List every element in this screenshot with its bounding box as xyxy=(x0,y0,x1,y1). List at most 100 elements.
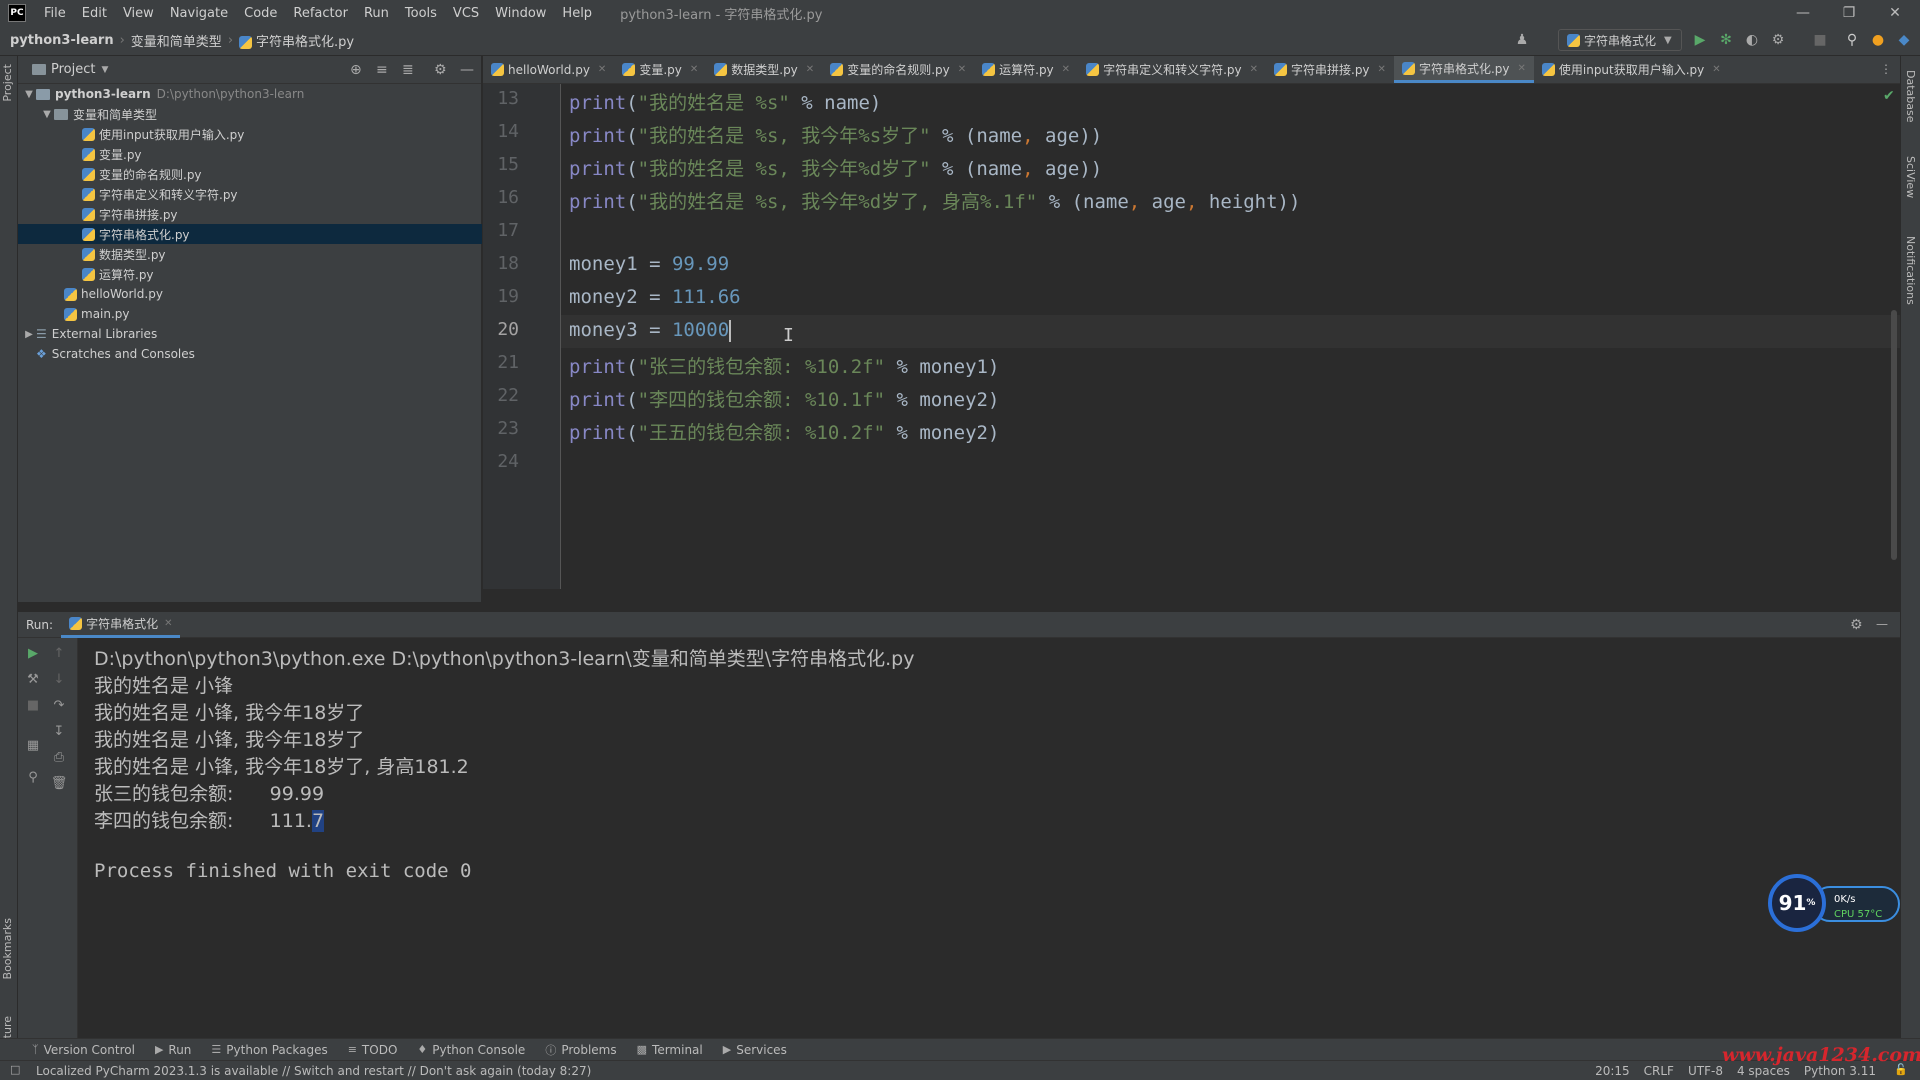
editor-tab[interactable]: 使用input获取用户输入.py ✕ xyxy=(1534,56,1729,83)
debug-icon[interactable]: ✻ xyxy=(1716,30,1736,50)
tree-file[interactable]: 运算符.py xyxy=(18,264,482,284)
run-icon[interactable]: ▶ xyxy=(1690,30,1710,50)
tool-version-control[interactable]: ᛉ Version Control xyxy=(22,1043,145,1057)
editor-tab[interactable]: 数据类型.py ✕ xyxy=(706,56,822,83)
status-toggle-icon[interactable]: □ xyxy=(10,1063,20,1076)
down-icon[interactable]: ↓ xyxy=(50,670,68,688)
close-tab-icon[interactable]: ✕ xyxy=(806,64,814,75)
close-tab-icon[interactable]: ✕ xyxy=(1062,64,1070,75)
menu-vcs[interactable]: VCS xyxy=(445,6,487,21)
tree-external-libraries[interactable]: ▶ ☰ External Libraries xyxy=(18,324,482,344)
collapse-all-icon[interactable]: ≣ xyxy=(402,62,414,78)
hide-icon[interactable]: — xyxy=(1876,617,1888,631)
restore-icon[interactable]: ❐ xyxy=(1826,0,1872,26)
locate-icon[interactable]: ⊕ xyxy=(350,62,362,78)
tool-todo[interactable]: ≡ TODO xyxy=(338,1043,408,1057)
run-configuration-select[interactable]: 字符串格式化 ▼ xyxy=(1558,29,1682,51)
expand-all-icon[interactable]: ≡ xyxy=(376,62,388,78)
trash-icon[interactable]: 🗑 xyxy=(50,774,68,792)
menu-help[interactable]: Help xyxy=(554,6,600,21)
print-icon[interactable]: ⎙ xyxy=(50,748,68,766)
search-icon[interactable]: ⚲ xyxy=(1842,30,1862,50)
breadcrumb-project[interactable]: python3-learn xyxy=(4,33,120,48)
stop-icon[interactable]: ■ xyxy=(1810,30,1830,50)
tree-file[interactable]: main.py xyxy=(18,304,482,324)
profile-icon[interactable]: ⚙ xyxy=(1768,30,1788,50)
gear-icon[interactable]: ⚙ xyxy=(434,62,447,78)
chevron-down-icon[interactable]: ▼ xyxy=(40,109,54,120)
close-tab-icon[interactable]: ✕ xyxy=(1712,64,1720,75)
editor-tab[interactable]: 运算符.py ✕ xyxy=(974,56,1078,83)
update-icon[interactable]: ● xyxy=(1868,30,1888,50)
wrench-icon[interactable]: ⚒ xyxy=(24,670,42,688)
chevron-down-icon[interactable]: ▼ xyxy=(101,65,108,75)
tabs-menu-icon[interactable]: ⋮ xyxy=(1880,62,1892,76)
close-tab-icon[interactable]: ✕ xyxy=(1517,63,1525,74)
tree-file[interactable]: helloWorld.py xyxy=(18,284,482,304)
menu-view[interactable]: View xyxy=(115,6,162,21)
editor-tab[interactable]: 字符串拼接.py ✕ xyxy=(1266,56,1394,83)
bookmarks-tool-label[interactable]: Bookmarks xyxy=(1,918,14,979)
stop-icon[interactable]: ■ xyxy=(24,696,42,714)
close-tab-icon[interactable]: ✕ xyxy=(1378,64,1386,75)
tree-file[interactable]: 变量的命名规则.py xyxy=(18,164,482,184)
close-tab-icon[interactable]: ✕ xyxy=(1250,64,1258,75)
tree-root[interactable]: ▼ python3-learn D:\python\python3-learn xyxy=(18,84,482,104)
close-tab-icon[interactable]: ✕ xyxy=(958,64,966,75)
menu-run[interactable]: Run xyxy=(356,6,397,21)
sciview-tool-label[interactable]: SciView xyxy=(1904,156,1917,198)
tree-file[interactable]: 字符串定义和转义字符.py xyxy=(18,184,482,204)
scroll-to-end-icon[interactable]: ↧ xyxy=(50,722,68,740)
tool-python-packages[interactable]: ☰ Python Packages xyxy=(201,1043,337,1057)
gear-icon[interactable]: ⚙ xyxy=(1850,617,1863,633)
close-tab-icon[interactable]: ✕ xyxy=(598,64,606,75)
notifications-tool-label[interactable]: Notifications xyxy=(1904,236,1917,305)
pin-icon[interactable]: ⚲ xyxy=(24,768,42,786)
layout-icon[interactable]: ▦ xyxy=(24,736,42,754)
chevron-down-icon[interactable]: ▼ xyxy=(22,89,36,100)
editor-tab[interactable]: 变量.py ✕ xyxy=(614,56,706,83)
breadcrumb-file[interactable]: 字符串格式化.py xyxy=(233,31,360,50)
close-tab-icon[interactable]: ✕ xyxy=(164,618,172,629)
tool-services[interactable]: ▶ Services xyxy=(713,1043,797,1057)
tree-file[interactable]: 数据类型.py xyxy=(18,244,482,264)
project-tool-label[interactable]: Project xyxy=(1,64,14,102)
tree-file[interactable]: 使用input获取用户输入.py xyxy=(18,124,482,144)
run-tab[interactable]: 字符串格式化 ✕ xyxy=(61,612,181,638)
up-icon[interactable]: ↑ xyxy=(50,644,68,662)
user-icon[interactable]: ♟ xyxy=(1512,30,1532,50)
coverage-icon[interactable]: ◐ xyxy=(1742,30,1762,50)
tool-python-console[interactable]: ♦ Python Console xyxy=(407,1043,535,1057)
menu-file[interactable]: File xyxy=(36,6,74,21)
close-icon[interactable]: ✕ xyxy=(1872,0,1918,26)
editor-tab[interactable]: 字符串定义和转义字符.py ✕ xyxy=(1078,56,1266,83)
minimize-icon[interactable]: — xyxy=(1780,0,1826,26)
soft-wrap-icon[interactable]: ↷ xyxy=(50,696,68,714)
code-editor[interactable]: 13 14 15 16 17 18 19 20 21 22 23 24 print("我的姓名是 %s… xyxy=(483,84,1900,589)
tree-file-selected[interactable]: 字符串格式化.py xyxy=(18,224,482,244)
menu-refactor[interactable]: Refactor xyxy=(285,6,356,21)
breadcrumb-folder[interactable]: 变量和简单类型 xyxy=(125,31,228,50)
menu-tools[interactable]: Tools xyxy=(397,6,445,21)
editor-tab[interactable]: 变量的命名规则.py ✕ xyxy=(822,56,974,83)
inspection-ok-icon[interactable]: ✔ xyxy=(1883,88,1895,104)
project-panel-title[interactable]: Project xyxy=(51,62,95,77)
menu-code[interactable]: Code xyxy=(236,6,285,21)
editor-scrollbar[interactable] xyxy=(1891,310,1897,560)
run-console-output[interactable]: D:\python\python3\python.exe D:\python\p… xyxy=(78,638,1900,1038)
close-tab-icon[interactable]: ✕ xyxy=(690,64,698,75)
tree-scratches[interactable]: ❖ Scratches and Consoles xyxy=(18,344,482,364)
status-message[interactable]: Localized PyCharm 2023.1.3 is available … xyxy=(0,1064,591,1078)
database-tool-label[interactable]: Database xyxy=(1904,70,1917,123)
tree-file[interactable]: 变量.py xyxy=(18,144,482,164)
tool-run[interactable]: ▶ Run xyxy=(145,1043,201,1057)
cpu-monitor-widget[interactable]: 0K/s CPU 57°C 91% xyxy=(1768,874,1902,932)
editor-tab-active[interactable]: 字符串格式化.py ✕ xyxy=(1393,56,1534,83)
chevron-right-icon[interactable]: ▶ xyxy=(22,329,36,340)
tool-terminal[interactable]: ▩ Terminal xyxy=(627,1043,713,1057)
hide-icon[interactable]: — xyxy=(460,62,474,78)
tree-file[interactable]: 字符串拼接.py xyxy=(18,204,482,224)
rerun-icon[interactable]: ▶ xyxy=(24,644,42,662)
menu-window[interactable]: Window xyxy=(487,6,554,21)
tree-folder[interactable]: ▼ 变量和简单类型 xyxy=(18,104,482,124)
